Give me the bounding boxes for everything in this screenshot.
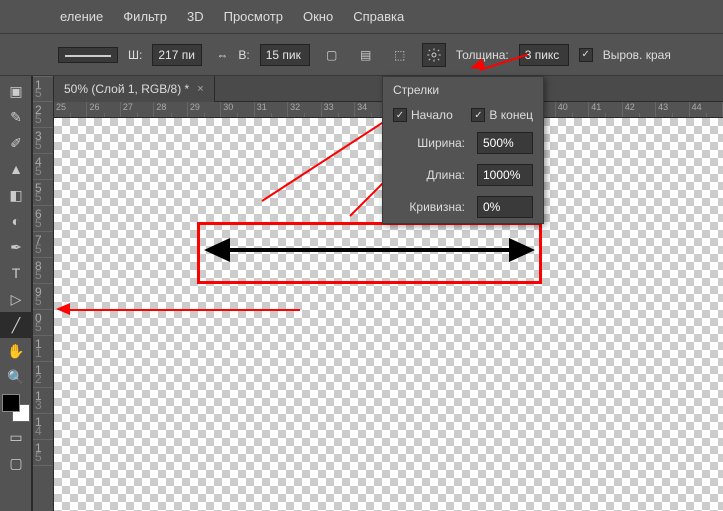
type-tool[interactable]: T	[0, 260, 32, 286]
align-icon[interactable]: ▤	[354, 43, 378, 67]
arrows-panel: Стрелки ✓ Начало ✓ В конец Ширина: Длина…	[382, 76, 544, 224]
align-edges-label: Выров. края	[603, 48, 671, 62]
menu-edit[interactable]: еление	[60, 9, 103, 24]
stroke-preview[interactable]	[58, 47, 118, 63]
end-label: В конец	[489, 108, 533, 122]
foreground-color[interactable]	[2, 394, 20, 412]
fill-icon[interactable]: ▢	[320, 43, 344, 67]
align-edges-checkbox[interactable]: ✓	[579, 48, 593, 62]
eraser-tool[interactable]: ◧	[0, 182, 32, 208]
width-input[interactable]	[152, 44, 202, 66]
annotation-box	[197, 222, 542, 284]
vertical-ruler: 15 25 35 45 55 65 75 85 95 05 11 12 13 1…	[32, 76, 54, 511]
brush-tool[interactable]: ✐	[0, 130, 32, 156]
doc-tab-title: 50% (Слой 1, RGB/8) *	[64, 82, 189, 96]
width-pct-input[interactable]	[477, 132, 533, 154]
path-select-tool[interactable]: ▷	[0, 286, 32, 312]
arrows-panel-title: Стрелки	[383, 77, 543, 103]
mask-mode[interactable]: ▭	[0, 424, 32, 450]
length-pct-label: Длина:	[393, 168, 471, 182]
stamp-tool[interactable]: ▲	[0, 156, 32, 182]
start-label: Начало	[411, 108, 453, 122]
screen-mode[interactable]: ▢	[0, 450, 32, 476]
annotation-arrow-4	[70, 309, 300, 311]
height-input[interactable]	[260, 44, 310, 66]
eyedropper-tool[interactable]: ✎	[0, 104, 32, 130]
width-label: Ш:	[128, 48, 142, 62]
menu-help[interactable]: Справка	[353, 9, 404, 24]
pen-tool[interactable]: ✒	[0, 234, 32, 260]
color-swatches[interactable]	[2, 394, 32, 424]
concavity-input[interactable]	[477, 196, 533, 218]
tools-sidebar: ✥ ◯ ✦ ▣ ✎ ✐ ▲ ◧ ◐ ✒ T ▷ ╱ ✋ 🔍 ▭ ▢	[0, 0, 32, 511]
doc-tab[interactable]: 50% (Слой 1, RGB/8) * ×	[54, 76, 215, 102]
menu-filter[interactable]: Фильтр	[123, 9, 167, 24]
menu-view[interactable]: Просмотр	[224, 9, 283, 24]
hand-tool[interactable]: ✋	[0, 338, 32, 364]
main-menu: еление Фильтр 3D Просмотр Окно Справка	[0, 0, 723, 34]
concavity-label: Кривизна:	[393, 200, 471, 214]
zoom-tool[interactable]: 🔍	[0, 364, 32, 390]
height-label: В:	[238, 48, 249, 62]
gradient-tool[interactable]: ◐	[0, 208, 32, 234]
length-pct-input[interactable]	[477, 164, 533, 186]
line-tool[interactable]: ╱	[0, 312, 32, 338]
gear-icon[interactable]	[422, 43, 446, 67]
arrange-icon[interactable]: ⬚	[388, 43, 412, 67]
start-checkbox[interactable]: ✓	[393, 108, 407, 122]
crop-tool[interactable]: ▣	[0, 78, 32, 104]
menu-3d[interactable]: 3D	[187, 9, 204, 24]
end-checkbox[interactable]: ✓	[471, 108, 485, 122]
annotation-arrowhead-4	[56, 303, 70, 315]
width-pct-label: Ширина:	[393, 136, 471, 150]
options-bar: Ш: ⇔ В: ▢ ▤ ⬚ Толщина: ✓ Выров. края	[0, 34, 723, 76]
menu-window[interactable]: Окно	[303, 9, 333, 24]
close-icon[interactable]: ×	[197, 83, 203, 95]
